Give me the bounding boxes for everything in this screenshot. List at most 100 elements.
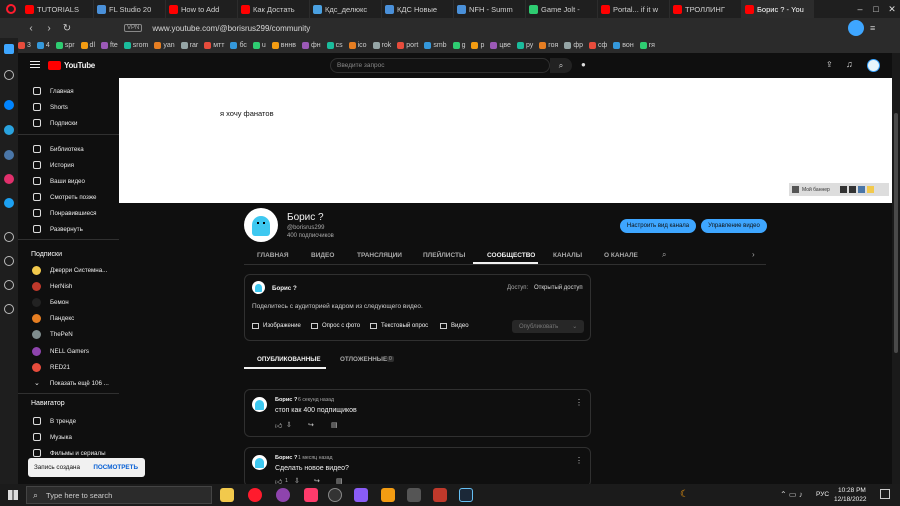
bell-icon[interactable]: ♫ (846, 59, 853, 69)
mic-icon[interactable]: ● (581, 60, 586, 69)
bookmark-item[interactable]: цве (490, 42, 511, 49)
telegram-icon[interactable] (4, 125, 14, 135)
post-menu-icon[interactable]: ⋮ (575, 456, 583, 465)
customize-channel-button[interactable]: Настроить вид канала (620, 219, 696, 233)
channel-tab[interactable]: ПЛЕЙЛИСТЫ (423, 247, 465, 263)
browser-tab[interactable]: FL Studio 20 (94, 0, 166, 18)
channel-avatar[interactable] (244, 208, 278, 242)
text-poll-button[interactable]: Текстовый опрос (370, 323, 428, 329)
bookmark-item[interactable]: spr (55, 42, 75, 49)
channel-tab[interactable]: ТРАНСЛЯЦИИ (357, 247, 402, 263)
post-author[interactable]: Борис ? (275, 455, 297, 461)
comment-icon[interactable]: ▤ (331, 421, 338, 429)
bookmark-item[interactable]: 3 (18, 42, 31, 49)
post-avatar[interactable] (252, 455, 267, 470)
bookmark-item[interactable]: бс (230, 42, 247, 49)
opera-taskbar-icon[interactable] (248, 488, 262, 502)
composer-input[interactable]: Поделитесь с аудиторией кадром из следую… (252, 303, 423, 310)
twitter-icon[interactable] (4, 198, 14, 208)
tray-icons[interactable]: ⌃ ▭ ♪ (780, 490, 803, 499)
show-more-button[interactable]: ⌄ Показать ещё 106 ... (18, 376, 119, 390)
sidebar-item[interactable]: Смотреть позже (18, 190, 119, 204)
browser-tab[interactable]: Как Достать (238, 0, 310, 18)
sidebar-subscription[interactable]: Джерри Системна... (18, 263, 119, 277)
bookmark-item[interactable]: р (471, 42, 484, 49)
browser-tab[interactable]: Portal... if it w (598, 0, 670, 18)
messenger-icon[interactable] (4, 100, 14, 110)
create-icon[interactable]: ⇪ (826, 60, 833, 69)
profile-avatar[interactable] (848, 20, 864, 36)
post-time[interactable]: 1 месяц назад (298, 455, 333, 461)
notifications-icon[interactable] (880, 489, 890, 499)
download-icon[interactable] (4, 280, 14, 290)
back-icon[interactable]: ‹ (24, 21, 38, 35)
forward-icon[interactable]: › (42, 21, 56, 35)
clock-date[interactable]: 12/18/2022 (834, 496, 867, 503)
account-avatar[interactable] (867, 59, 880, 72)
vk-icon[interactable] (4, 150, 14, 160)
bookmark-item[interactable]: фр (564, 42, 583, 49)
scrollbar-thumb[interactable] (894, 113, 898, 353)
dislike-icon[interactable]: ⇩ (286, 421, 292, 429)
sidebar-item[interactable]: Ваши видео (18, 174, 119, 188)
toast-view-button[interactable]: ПОСМОТРЕТЬ (93, 464, 138, 471)
photo-poll-button[interactable]: Опрос с фото (311, 323, 360, 329)
winrar-icon[interactable] (433, 488, 447, 502)
browser-tab[interactable]: Кдс_делюкс (310, 0, 382, 18)
app-icon-1[interactable] (276, 488, 290, 502)
post-menu-icon[interactable]: ⋮ (575, 398, 583, 407)
taskbar-search[interactable]: ⌕ Type here to search (26, 486, 212, 504)
star-icon[interactable] (4, 70, 14, 80)
channel-tab[interactable]: ВИДЕО (311, 247, 334, 263)
hamburger-icon[interactable] (30, 61, 40, 62)
post-time[interactable]: 6 секунд назад (298, 397, 334, 403)
bookmark-item[interactable]: fte (101, 42, 118, 49)
tabs-next-icon[interactable]: › (752, 250, 755, 259)
sidebar-item[interactable]: Библиотека (18, 142, 119, 156)
visual-studio-icon[interactable] (354, 488, 368, 502)
url-field[interactable]: www.youtube.com/@borisrus299/community (152, 24, 310, 33)
bookmark-item[interactable]: cs (326, 42, 343, 49)
channel-tab[interactable]: ГЛАВНАЯ (257, 247, 289, 263)
browser-tab[interactable]: ТРОЛЛИНГ (670, 0, 742, 18)
sidebar-item[interactable]: В тренде (18, 414, 119, 428)
sidebar-item[interactable]: История (18, 158, 119, 172)
search-input[interactable]: Введите запрос (330, 58, 550, 73)
bookmark-item[interactable]: rok (372, 42, 391, 49)
language-indicator[interactable]: РУС (816, 491, 829, 498)
page-scrollbar[interactable] (892, 53, 900, 484)
post-avatar[interactable] (252, 397, 267, 412)
channel-tab[interactable]: О КАНАЛЕ (604, 247, 638, 263)
home-icon[interactable] (4, 44, 14, 54)
bookmark-item[interactable]: dl (80, 42, 95, 49)
sidebar-subscription[interactable]: NELL Gamers (18, 344, 119, 358)
bookmark-item[interactable]: g (452, 42, 465, 49)
bookmark-item[interactable]: вон (613, 42, 634, 49)
youtube-logo-text[interactable]: YouTube (64, 61, 95, 70)
sidebar-item[interactable]: Развернуть (18, 222, 119, 236)
browser-tab[interactable]: Game Jolt - (526, 0, 598, 18)
channel-tab[interactable]: СООБЩЕСТВО (487, 247, 535, 263)
bookmark-item[interactable]: гоя (539, 42, 558, 49)
like-icon[interactable]: 👍︎ (275, 421, 282, 430)
7zip-icon[interactable] (407, 488, 421, 502)
channel-search-icon[interactable]: ⌕ (662, 250, 666, 260)
history-icon[interactable] (4, 256, 14, 266)
sidebar-item[interactable]: Музыка (18, 430, 119, 444)
weather-icon[interactable]: ☾ (680, 489, 689, 500)
app-icon-2[interactable] (304, 488, 318, 502)
bookmark-item[interactable]: мтт (204, 42, 224, 49)
settings-icon[interactable] (4, 304, 14, 314)
sidebar-item[interactable]: Shorts (18, 100, 119, 114)
menu-icon[interactable]: ≡ (870, 23, 875, 33)
browser-tab[interactable]: КДС Новые (382, 0, 454, 18)
image-button[interactable]: Изображение (252, 323, 301, 329)
browser-tab[interactable]: TUTORIALS (22, 0, 94, 18)
bookmark-item[interactable]: 4 (36, 42, 50, 49)
sidebar-item[interactable]: Понравившиеся (18, 206, 119, 220)
close-window-icon[interactable]: ✕ (884, 0, 900, 18)
browser-tab[interactable]: How to Add (166, 0, 238, 18)
bookmark-item[interactable]: ру (516, 42, 533, 49)
bookmark-item[interactable]: гя (639, 42, 655, 49)
bookmark-item[interactable]: port (397, 42, 418, 49)
